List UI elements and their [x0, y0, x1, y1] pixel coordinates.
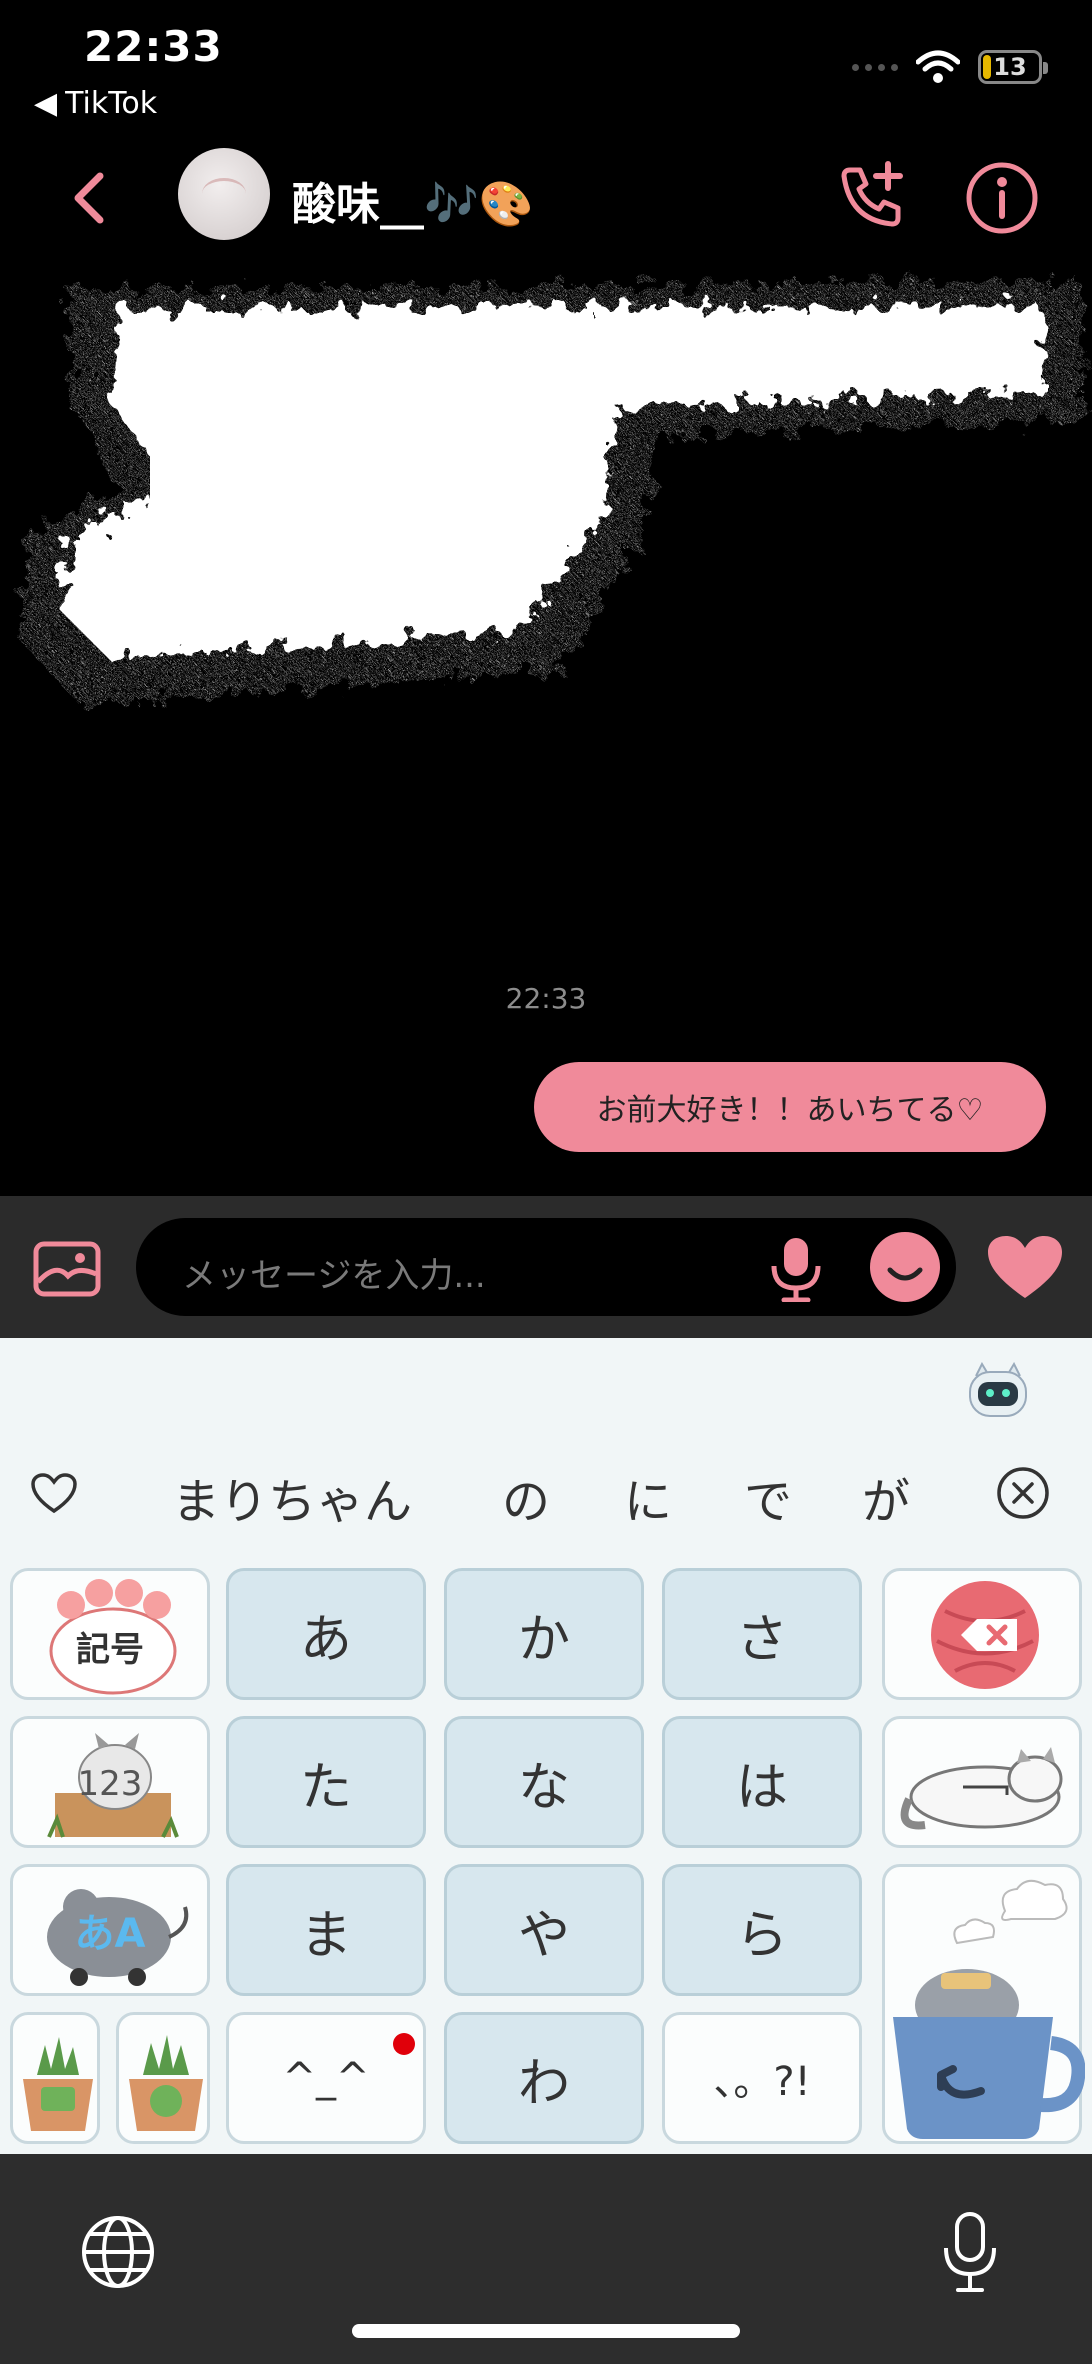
key-ka[interactable]: か [444, 1568, 644, 1700]
key-wa[interactable]: わ [444, 2012, 644, 2144]
heart-outline-icon[interactable] [30, 1472, 78, 1514]
avatar[interactable] [178, 148, 270, 240]
battery-level: 13 [993, 53, 1027, 81]
notification-dot [393, 2033, 415, 2055]
sent-message-bubble[interactable]: お前大好き！！あいちてる♡ [534, 1062, 1046, 1152]
add-call-icon[interactable] [836, 160, 908, 232]
back-to-app-link[interactable]: ◀ TikTok [34, 86, 157, 121]
wifi-icon [916, 50, 960, 83]
message-timestamp: 22:33 [505, 982, 587, 1015]
backspace-key[interactable] [882, 1568, 1082, 1700]
sticker-plant-key[interactable] [116, 2012, 210, 2144]
kaomoji-label: ^_^ [282, 2055, 370, 2101]
chat-header: 酸味__🎶🎨 [0, 140, 1092, 250]
key-na[interactable]: な [444, 1716, 644, 1848]
globe-icon[interactable] [80, 2214, 156, 2290]
suggestion-item[interactable]: の [502, 1462, 550, 1532]
heart-icon[interactable] [986, 1234, 1064, 1302]
smiling-plant-icon [129, 2035, 203, 2131]
suggestion-item[interactable]: で [744, 1462, 792, 1532]
enter-key[interactable] [882, 1864, 1085, 2144]
symbols-key[interactable]: 記号 [10, 1568, 210, 1700]
input-mode-key[interactable]: あA [10, 1864, 210, 1996]
info-icon[interactable] [964, 160, 1040, 236]
key-ma[interactable]: ま [226, 1864, 426, 1996]
key-ra[interactable]: ら [662, 1864, 862, 1996]
dictation-microphone-icon[interactable] [940, 2210, 1000, 2294]
space-key[interactable] [882, 1716, 1082, 1848]
battery-icon: 13 [978, 50, 1048, 84]
back-triangle-icon: ◀ [34, 86, 58, 121]
microphone-icon[interactable] [766, 1234, 826, 1302]
contact-name[interactable]: 酸味__🎶🎨 [292, 168, 534, 232]
potted-plant-icon [23, 2037, 93, 2131]
suggestion-item[interactable]: に [624, 1462, 672, 1532]
smiley-icon [887, 1267, 923, 1281]
signal-icon [852, 63, 898, 71]
suggestion-item[interactable]: が [862, 1462, 910, 1532]
back-app-label: TikTok [65, 86, 158, 121]
input-mode-label: あA [74, 1911, 146, 1957]
suggestion-bar: まりちゃん の に で が [0, 1456, 1092, 1530]
message-input-bar: メッセージを入力... [0, 1196, 1092, 1338]
status-time: 22:33 [84, 22, 223, 71]
emoji-button[interactable] [870, 1232, 940, 1302]
key-sa[interactable]: さ [662, 1568, 862, 1700]
back-chevron-icon[interactable] [64, 168, 114, 228]
sleeping-cat-icon [900, 1747, 1063, 1830]
punctuation-key[interactable]: 、。?! [662, 2012, 862, 2144]
yarn-ball-backspace-icon [931, 1581, 1039, 1689]
home-indicator[interactable] [352, 2324, 740, 2338]
key-ta[interactable]: た [226, 1716, 426, 1848]
censored-scribble [20, 280, 1086, 705]
japanese-keyboard: まりちゃん の に で が 記号 あ か さ 123 た な は あA ま や … [0, 1338, 1092, 2154]
keyboard-system-bar [0, 2154, 1092, 2364]
cat-in-cup-icon [893, 1879, 1085, 2139]
key-ya[interactable]: や [444, 1864, 644, 1996]
key-a[interactable]: あ [226, 1568, 426, 1700]
number-label: 123 [77, 1764, 143, 1804]
emoji-plant-key[interactable] [10, 2012, 100, 2144]
key-ha[interactable]: は [662, 1716, 862, 1848]
suggestion-item[interactable]: まりちゃん [172, 1462, 412, 1532]
input-placeholder: メッセージを入力... [182, 1256, 486, 1296]
robot-icon[interactable] [966, 1362, 1030, 1418]
close-circle-icon[interactable] [996, 1466, 1050, 1520]
status-indicators: 13 [852, 50, 1048, 84]
symbols-label: 記号 [76, 1629, 144, 1670]
image-gallery-icon[interactable] [32, 1240, 102, 1298]
kaomoji-key[interactable]: ^_^ [226, 2012, 426, 2144]
number-key[interactable]: 123 [10, 1716, 210, 1848]
message-input[interactable]: メッセージを入力... [136, 1218, 956, 1316]
